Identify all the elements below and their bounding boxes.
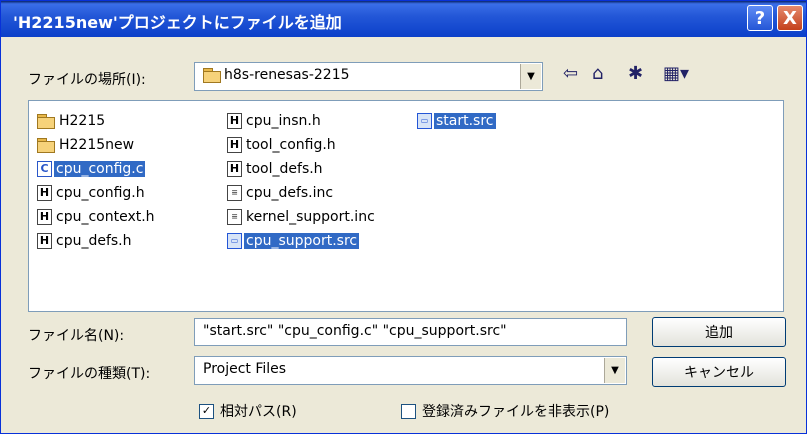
c-file-icon: C	[37, 161, 52, 177]
hide-registered-label: 登録済みファイルを非表示(P)	[422, 404, 610, 420]
h-file-icon: H	[227, 113, 242, 129]
src-file-icon: ▭	[227, 233, 242, 249]
list-item[interactable]: Hcpu_defs.h	[37, 231, 134, 251]
list-item[interactable]: ≡ cpu_defs.inc	[227, 183, 335, 203]
up-folder-icon[interactable]: ⌂	[592, 63, 603, 84]
relative-path-label: 相対パス(R)	[220, 404, 297, 420]
list-item[interactable]: Hcpu_config.h	[37, 183, 147, 203]
file-type-dropdown[interactable]: Project Files ▼	[194, 356, 627, 385]
checkbox-box[interactable]	[401, 403, 416, 419]
list-item[interactable]: ▭ cpu_support.src	[227, 231, 360, 251]
chevron-down-icon[interactable]: ▼	[520, 64, 541, 89]
file-name-value: "start.src" "cpu_config.c" "cpu_support.…	[203, 323, 507, 339]
back-arrow-icon[interactable]: ⇦	[563, 63, 578, 84]
list-item[interactable]: Ccpu_config.c	[37, 159, 146, 179]
src-file-icon: ▭	[417, 113, 432, 129]
folder-icon	[203, 68, 221, 83]
h-file-icon: H	[37, 209, 52, 225]
list-item[interactable]: H2215	[37, 111, 107, 131]
list-item[interactable]: Htool_defs.h	[227, 159, 325, 179]
file-type-label: ファイルの種類(T):	[28, 366, 151, 382]
list-item[interactable]: ≡ kernel_support.inc	[227, 207, 377, 227]
new-folder-icon[interactable]: ✱	[628, 63, 643, 84]
add-files-dialog: 'H2215new'プロジェクトにファイルを追加 ? X ファイルの場所(I):…	[0, 0, 807, 434]
help-button[interactable]: ?	[747, 5, 773, 31]
window-title: 'H2215new'プロジェクトにファイルを追加	[13, 13, 342, 32]
close-button[interactable]: X	[777, 5, 803, 31]
view-menu-icon[interactable]: ▦▾	[663, 63, 689, 84]
list-item[interactable]: Hcpu_context.h	[37, 207, 157, 227]
chevron-down-icon[interactable]: ▼	[604, 358, 625, 383]
hide-registered-checkbox[interactable]: 登録済みファイルを非表示(P)	[401, 401, 609, 421]
checkbox-box[interactable]: ✓	[199, 403, 214, 419]
title-bar[interactable]: 'H2215new'プロジェクトにファイルを追加 ? X	[1, 1, 806, 37]
h-file-icon: H	[227, 137, 242, 153]
folder-icon	[37, 138, 55, 153]
folder-icon	[37, 114, 55, 129]
relative-path-checkbox[interactable]: ✓ 相対パス(R)	[199, 401, 297, 421]
look-in-value: h8s-renesas-2215	[224, 67, 350, 83]
list-item[interactable]: H2215new	[37, 135, 136, 155]
h-file-icon: H	[227, 161, 242, 177]
look-in-label: ファイルの場所(I):	[28, 72, 146, 88]
list-item[interactable]: Hcpu_insn.h	[227, 111, 323, 131]
file-type-value: Project Files	[203, 361, 287, 377]
list-item[interactable]: Htool_config.h	[227, 135, 338, 155]
look-in-dropdown[interactable]: h8s-renesas-2215 ▼	[194, 62, 543, 91]
h-file-icon: H	[37, 233, 52, 249]
cancel-button[interactable]: キャンセル	[652, 357, 786, 387]
file-name-input[interactable]: "start.src" "cpu_config.c" "cpu_support.…	[194, 318, 627, 346]
file-name-label: ファイル名(N):	[28, 328, 125, 344]
file-list[interactable]: H2215 H2215new Ccpu_config.c Hcpu_config…	[28, 100, 784, 312]
text-file-icon: ≡	[227, 209, 242, 225]
list-item[interactable]: ▭ start.src	[417, 111, 496, 131]
h-file-icon: H	[37, 185, 52, 201]
text-file-icon: ≡	[227, 185, 242, 201]
add-button[interactable]: 追加	[652, 317, 786, 347]
